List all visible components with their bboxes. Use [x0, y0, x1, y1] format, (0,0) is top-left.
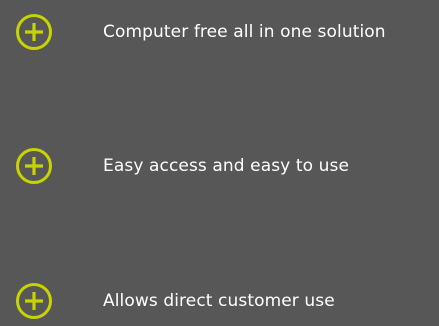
plus-circle-icon[interactable]	[15, 13, 53, 51]
feature-label: Allows direct customer use	[103, 291, 335, 311]
feature-item: Easy access and easy to use	[0, 141, 439, 191]
feature-label: Computer free all in one solution	[103, 22, 386, 42]
feature-label: Easy access and easy to use	[103, 156, 350, 176]
plus-circle-icon[interactable]	[15, 147, 53, 185]
feature-item: Computer free all in one solution	[0, 7, 439, 57]
plus-circle-icon[interactable]	[15, 282, 53, 320]
feature-item: Allows direct customer use	[0, 276, 439, 326]
